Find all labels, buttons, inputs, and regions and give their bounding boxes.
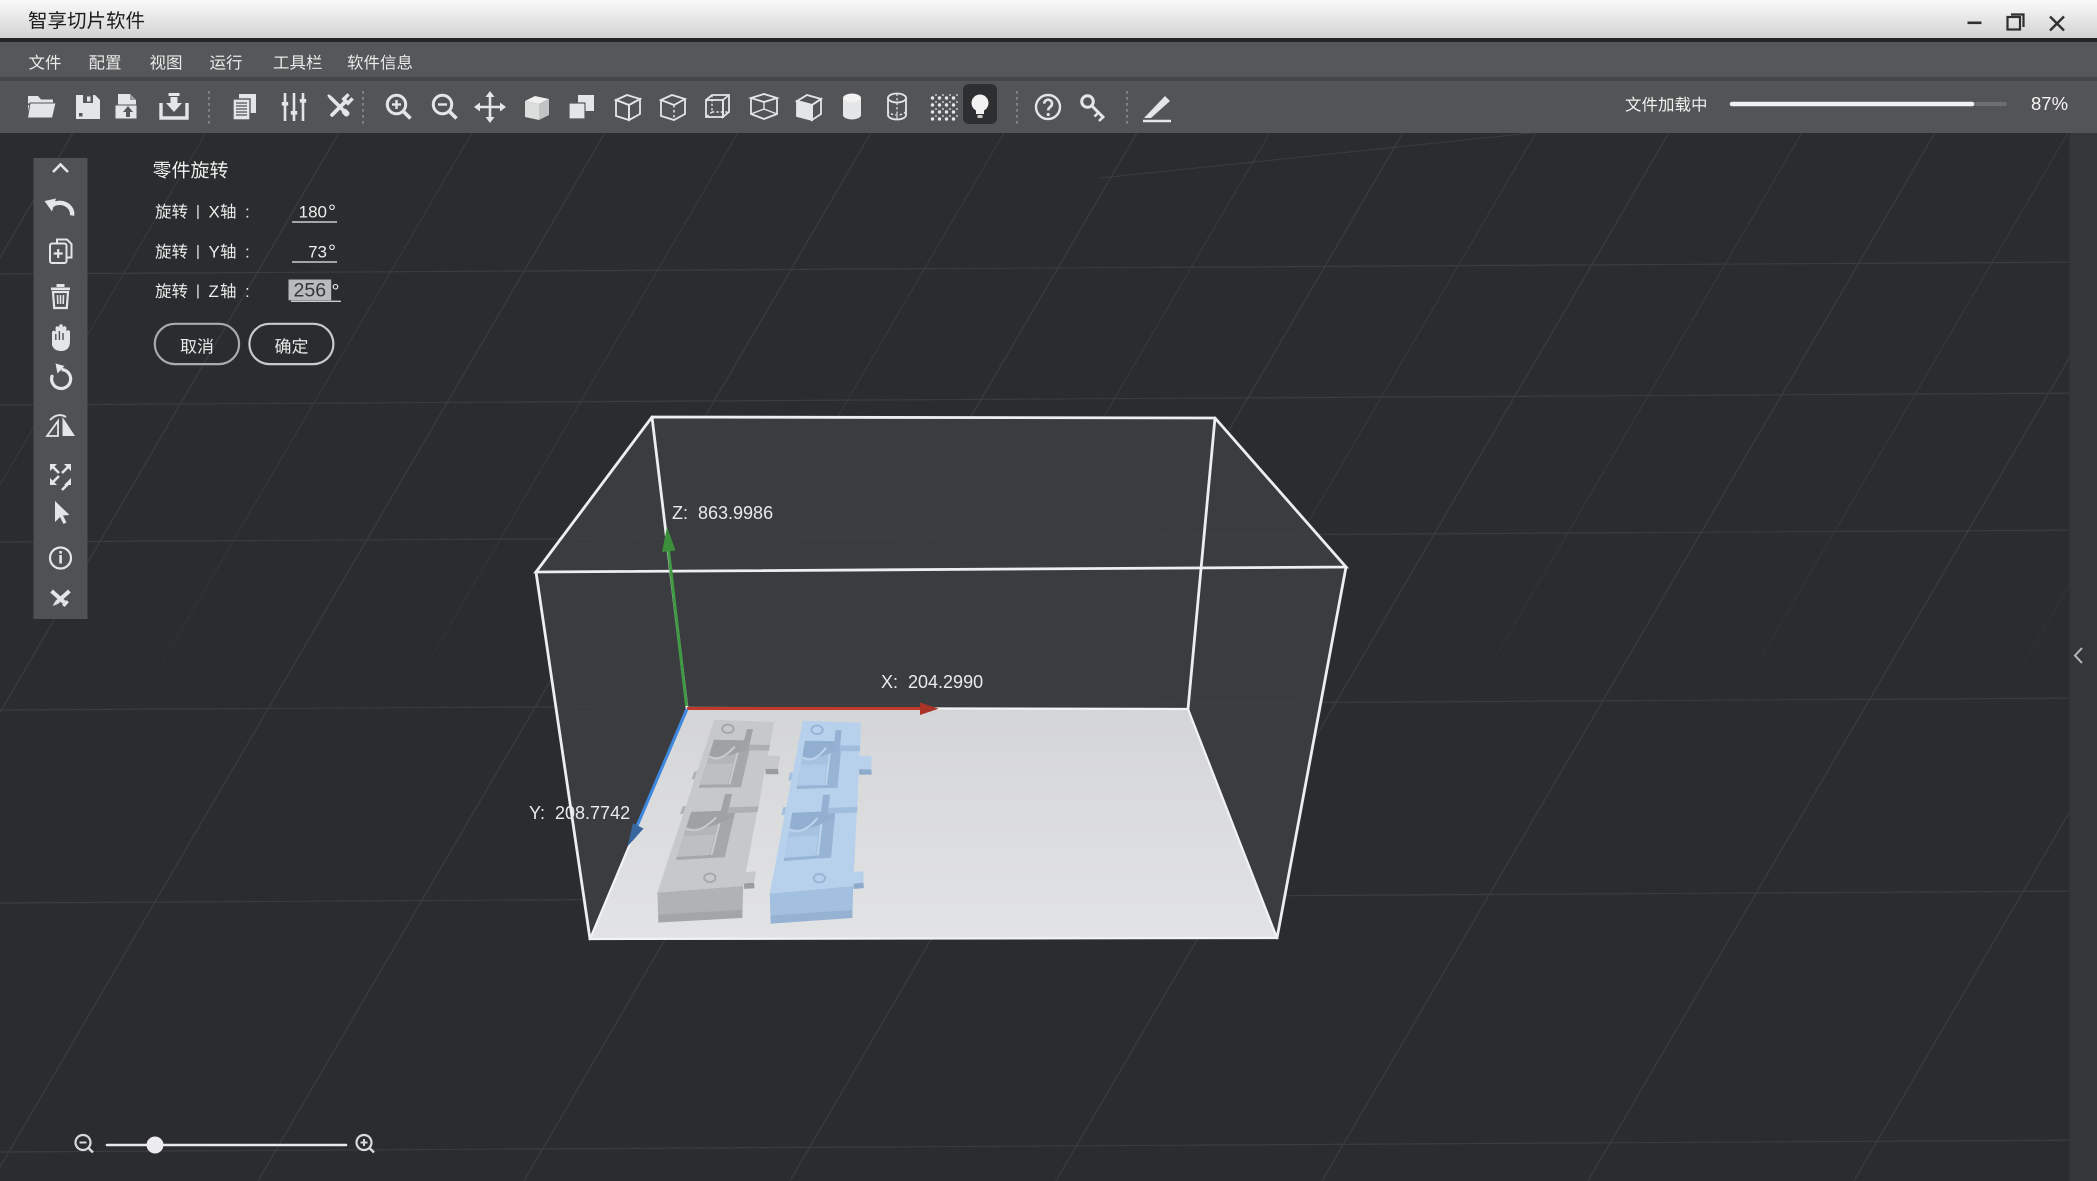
- svg-text:Z: Z: [209, 282, 219, 301]
- svg-text:|: |: [196, 283, 200, 300]
- svg-text:180: 180: [299, 203, 327, 222]
- svg-text:87%: 87%: [2031, 93, 2068, 114]
- svg-text:|: |: [196, 203, 200, 220]
- svg-text::: :: [245, 203, 250, 222]
- svg-text:256: 256: [294, 280, 327, 302]
- svg-text:X: 204.2990: X: 204.2990: [881, 672, 983, 692]
- svg-text:°: °: [328, 202, 336, 224]
- svg-text:°: °: [332, 281, 340, 303]
- svg-text:73: 73: [308, 243, 327, 262]
- svg-text::: :: [245, 243, 250, 262]
- svg-text:|: |: [196, 243, 200, 260]
- svg-text:Z: 863.9986: Z: 863.9986: [672, 503, 773, 523]
- svg-text:X: X: [209, 203, 220, 222]
- svg-text::: :: [245, 282, 250, 301]
- svg-text:°: °: [328, 242, 336, 264]
- svg-text:Y: 208.7742: Y: 208.7742: [529, 803, 630, 823]
- svg-text:Y: Y: [209, 243, 220, 262]
